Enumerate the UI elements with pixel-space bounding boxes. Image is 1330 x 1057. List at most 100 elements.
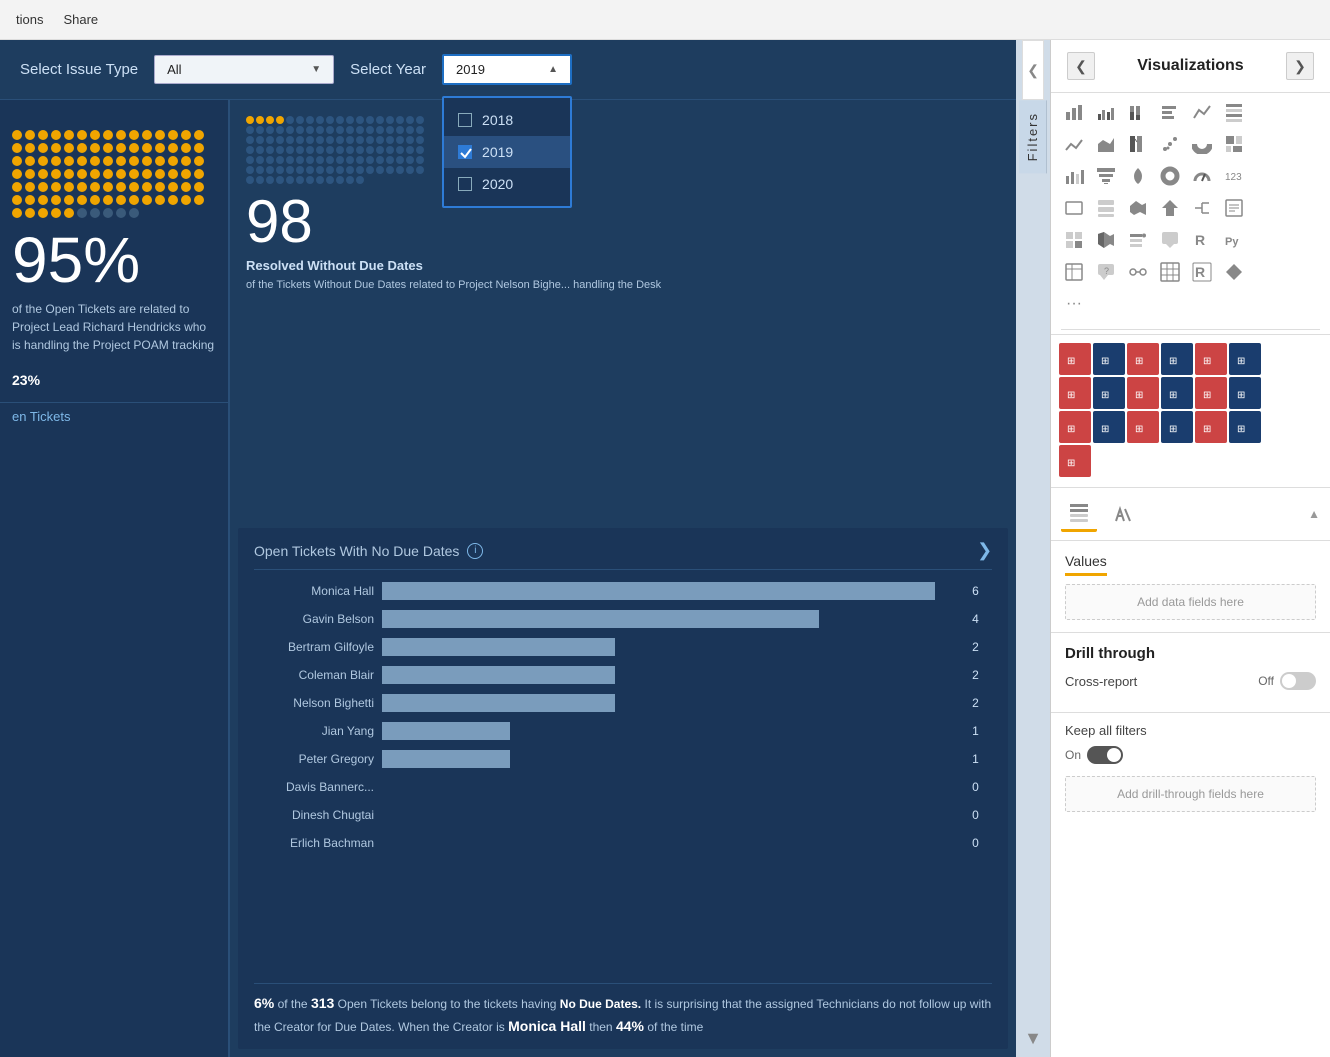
viz-bar-chart-icon[interactable] — [1155, 97, 1185, 127]
viz-row-1 — [1059, 97, 1322, 127]
waffle-dot — [103, 182, 113, 192]
waffle-dot-sm — [266, 166, 274, 174]
waffle-dot — [90, 169, 100, 179]
viz-decomp-tree-icon[interactable] — [1187, 193, 1217, 223]
viz-line-chart-icon[interactable] — [1059, 129, 1089, 159]
waffle-dot-sm — [356, 166, 364, 174]
viz-fields-btn[interactable] — [1061, 496, 1097, 532]
custom-viz-icon-18[interactable]: ⊞ — [1229, 411, 1261, 443]
viz-100-stacked-bar-icon[interactable] — [1123, 97, 1153, 127]
chart-info-icon[interactable]: i — [467, 543, 483, 559]
viz-pie-chart-icon[interactable] — [1187, 129, 1217, 159]
custom-viz-icon-4[interactable]: ⊞ — [1161, 343, 1193, 375]
custom-viz-icon-10[interactable]: ⊞ — [1161, 377, 1193, 409]
bar-row: Nelson Bighetti 2 — [254, 694, 992, 712]
viz-table-2-icon[interactable] — [1155, 257, 1185, 287]
custom-viz-icon-17[interactable]: ⊞ — [1195, 411, 1227, 443]
viz-python-icon[interactable]: Py — [1219, 225, 1249, 255]
viz-stacked-area-icon[interactable] — [1187, 97, 1217, 127]
viz-area-chart-icon[interactable] — [1091, 129, 1121, 159]
viz-key-influencers-icon[interactable] — [1123, 257, 1153, 287]
keep-filters-toggle[interactable] — [1087, 746, 1123, 764]
viz-diamond-icon[interactable] — [1219, 257, 1249, 287]
waffle-dot-sm — [276, 176, 284, 184]
viz-multirow-card-icon[interactable] — [1091, 193, 1121, 223]
bar-row: Gavin Belson 4 — [254, 610, 992, 628]
viz-shape-map-icon[interactable] — [1123, 193, 1153, 223]
viz-smart-narrative-icon[interactable] — [1155, 225, 1185, 255]
viz-r-script-icon[interactable]: R — [1187, 225, 1217, 255]
custom-viz-icon-14[interactable]: ⊞ — [1093, 411, 1125, 443]
viz-funnel-icon[interactable] — [1091, 161, 1121, 191]
viz-prev-btn[interactable]: ❮ — [1067, 52, 1095, 80]
viz-dots-more[interactable]: ··· — [1059, 289, 1089, 319]
drill-cross-report: Cross-report Off — [1065, 672, 1316, 690]
collapse-panel-btn[interactable]: ❮ — [1022, 40, 1044, 100]
viz-treemap-icon[interactable] — [1219, 129, 1249, 159]
expand-icon[interactable]: ▼ — [1016, 1020, 1050, 1057]
chart-nav-arrow[interactable]: ❯ — [977, 540, 992, 561]
viz-panel: ❮ Visualizations ❯ — [1051, 40, 1330, 1057]
svg-text:⊞: ⊞ — [1169, 356, 1177, 367]
viz-scatter-chart-icon[interactable] — [1155, 129, 1185, 159]
viz-r-visual-icon[interactable]: R — [1187, 257, 1217, 287]
viz-gauge-icon[interactable] — [1187, 161, 1217, 191]
top-bar-item-1[interactable]: tions — [16, 12, 43, 27]
custom-viz-row-3: ⊞ ⊞ ⊞ ⊞ ⊞ ⊞ — [1059, 411, 1322, 443]
year-option-2019[interactable]: 2019 — [444, 136, 570, 168]
waffle-dot-sm — [416, 126, 424, 134]
viz-stacked-bar-icon[interactable] — [1059, 97, 1089, 127]
year-option-2020[interactable]: 2020 — [444, 168, 570, 200]
footer-text1: Open Tickets belong to the tickets havin… — [338, 997, 560, 1011]
viz-arrow-icon[interactable] — [1155, 193, 1185, 223]
issue-type-select[interactable]: All ▼ — [154, 55, 334, 84]
filters-label[interactable]: Filters — [1019, 100, 1047, 173]
viz-format-btn[interactable] — [1105, 496, 1141, 532]
cross-report-toggle[interactable] — [1280, 672, 1316, 690]
viz-ribbon-chart-icon[interactable] — [1123, 129, 1153, 159]
custom-viz-icon-5[interactable]: ⊞ — [1195, 343, 1227, 375]
viz-card-icon[interactable] — [1059, 193, 1089, 223]
viz-expand-btn[interactable]: ▲ — [1308, 507, 1320, 521]
custom-viz-icon-1[interactable]: ⊞ — [1059, 343, 1091, 375]
custom-viz-icon-12[interactable]: ⊞ — [1229, 377, 1261, 409]
custom-viz-icon-16[interactable]: ⊞ — [1161, 411, 1193, 443]
viz-waterfall-icon[interactable] — [1059, 161, 1089, 191]
custom-viz-icon-8[interactable]: ⊞ — [1093, 377, 1125, 409]
footer-highlight: No Due Dates. — [560, 997, 641, 1011]
waffle-dot-sm — [296, 146, 304, 154]
custom-viz-icon-6[interactable]: ⊞ — [1229, 343, 1261, 375]
viz-matrix-icon[interactable] — [1059, 225, 1089, 255]
viz-text-box-icon[interactable] — [1219, 193, 1249, 223]
waffle-dot-sm — [266, 176, 274, 184]
viz-map-icon[interactable] — [1123, 161, 1153, 191]
bar-chart: Monica Hall 6 Gavin Belson 4 — [254, 582, 992, 973]
add-drillthrough-area[interactable]: Add drill-through fields here — [1065, 776, 1316, 812]
viz-icons-section: 123 — [1051, 93, 1330, 325]
custom-viz-icon-7[interactable]: ⊞ — [1059, 377, 1091, 409]
year-option-2018[interactable]: 2018 — [444, 104, 570, 136]
waffle-dot-sm — [266, 116, 274, 124]
viz-kpi-icon[interactable]: 123 — [1219, 161, 1249, 191]
custom-viz-icon-15[interactable]: ⊞ — [1127, 411, 1159, 443]
custom-viz-icon-9[interactable]: ⊞ — [1127, 377, 1159, 409]
custom-viz-icon-13[interactable]: ⊞ — [1059, 411, 1091, 443]
viz-clustered-bar-icon[interactable] — [1091, 97, 1121, 127]
waffle-dot — [116, 195, 126, 205]
viz-donut-chart-icon[interactable] — [1155, 161, 1185, 191]
waffle-dot-sm — [336, 156, 344, 164]
custom-viz-icon-3[interactable]: ⊞ — [1127, 343, 1159, 375]
top-bar-item-share[interactable]: Share — [63, 12, 98, 27]
year-select[interactable]: 2019 ▲ — [442, 54, 572, 85]
custom-viz-icon-2[interactable]: ⊞ — [1093, 343, 1125, 375]
viz-filled-map-icon[interactable] — [1091, 225, 1121, 255]
viz-slicer-icon[interactable] — [1123, 225, 1153, 255]
values-drop-area[interactable]: Add data fields here — [1065, 584, 1316, 620]
viz-table-icon[interactable] — [1219, 97, 1249, 127]
viz-paginated-icon[interactable] — [1059, 257, 1089, 287]
waffle-dot — [51, 208, 61, 218]
custom-viz-icon-11[interactable]: ⊞ — [1195, 377, 1227, 409]
viz-next-btn[interactable]: ❯ — [1286, 52, 1314, 80]
custom-viz-icon-19[interactable]: ⊞ — [1059, 445, 1091, 477]
viz-qa-icon[interactable]: ? — [1091, 257, 1121, 287]
